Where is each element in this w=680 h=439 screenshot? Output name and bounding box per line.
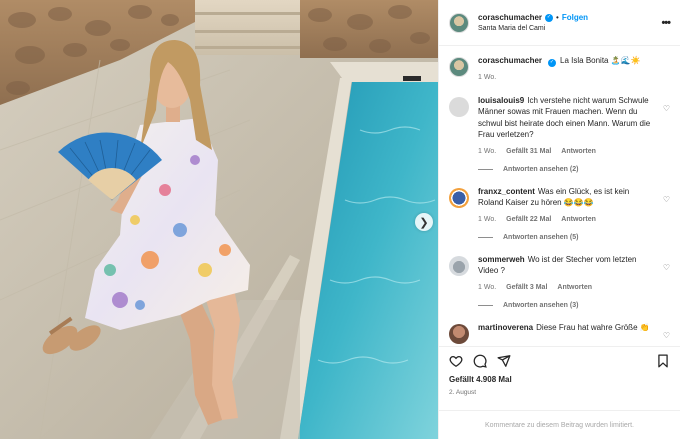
post-date: 2. August [449, 389, 477, 396]
comment: sommerweh Wo ist der Stecher vom letzten … [449, 254, 670, 309]
likes-count[interactable]: Gefällt 4.908 Mal [449, 375, 670, 384]
comment-likes[interactable]: Gefällt 3 Mal [506, 284, 547, 291]
comment-like-heart-icon[interactable]: ♡ [663, 195, 670, 204]
comment-body: franxz_content Was ein Glück, es ist kein… [478, 186, 670, 241]
comment-text-line: sommerweh Wo ist der Stecher vom letzten … [478, 254, 656, 277]
heart-icon[interactable] [449, 354, 463, 368]
author-username[interactable]: coraschumacher [478, 13, 542, 22]
comment-body: louisalouis9 Ich verstehe nicht warum Sch… [478, 95, 670, 173]
next-image-button[interactable]: ❯ [415, 213, 433, 231]
post-header: coraschumacher ✓ • Folgen Santa Maria de… [439, 0, 680, 46]
post-image [0, 0, 438, 439]
follow-button[interactable]: Folgen [562, 13, 588, 22]
caption: coraschumacher ✓ La Isla Bonita 🏝️🌊☀️ 1 Wo… [449, 55, 670, 81]
comment-text: Diese Frau hat wahre Größe 👏 [536, 322, 650, 332]
avatar[interactable] [449, 323, 469, 344]
avatar[interactable] [449, 96, 469, 117]
comment-username[interactable]: sommerweh [478, 255, 525, 264]
comment-username[interactable]: louisalouis9 [478, 96, 524, 105]
comment-meta: 1 Wo. Gefällt 31 Mal Antworten [478, 148, 656, 155]
verified-badge-icon: ✓ [545, 13, 554, 22]
comment: franxz_content Was ein Glück, es ist kein… [449, 186, 670, 241]
post-actions: Gefällt 4.908 Mal 2. August [439, 346, 680, 396]
avatar[interactable] [449, 255, 469, 276]
comment-likes[interactable]: Gefällt 22 Mal [506, 216, 551, 223]
post-side-panel: coraschumacher ✓ • Folgen Santa Maria de… [438, 0, 680, 439]
instagram-post-view: ❯ coraschumacher ✓ • Folgen Santa Maria … [0, 0, 680, 439]
comment-icon[interactable] [473, 354, 487, 368]
reply-button[interactable]: Antworten [561, 216, 596, 223]
comment-body: martinoverena Diese Frau hat wahre Größe … [478, 322, 670, 344]
chevron-right-icon: ❯ [419, 216, 429, 229]
comment-like-heart-icon[interactable]: ♡ [663, 104, 670, 113]
comment-username[interactable]: martinoverena [478, 323, 533, 332]
comment-meta: 1 Wo. Gefällt 22 Mal Antworten [478, 216, 656, 223]
comment-text-line: martinoverena Diese Frau hat wahre Größe … [478, 322, 656, 334]
comment-time: 1 Wo. [478, 147, 497, 155]
view-replies-button[interactable]: Antworten ansehen (3) [478, 302, 656, 309]
separator-dot: • [556, 13, 559, 22]
comment-meta: 1 Wo. Gefällt 3 Mal Antworten [478, 284, 656, 291]
caption-time: 1 Wo. [478, 73, 497, 81]
bookmark-icon[interactable] [656, 354, 670, 368]
comment-like-heart-icon[interactable]: ♡ [663, 331, 670, 340]
avatar[interactable] [449, 57, 469, 77]
comment-time: 1 Wo. [478, 283, 497, 291]
view-replies-label: Antworten ansehen (2) [503, 165, 579, 173]
comment: martinoverena Diese Frau hat wahre Größe … [449, 322, 670, 344]
comment-username[interactable]: franxz_content [478, 187, 535, 196]
view-replies-button[interactable]: Antworten ansehen (2) [478, 166, 656, 173]
comments-limited-notice: Kommentare zu diesem Beitrag wurden limi… [439, 410, 680, 439]
view-replies-label: Antworten ansehen (3) [503, 301, 579, 309]
more-horizontal-icon[interactable]: ••• [661, 17, 671, 29]
caption-username[interactable]: coraschumacher [478, 56, 542, 65]
caption-text-line: coraschumacher ✓ La Isla Bonita 🏝️🌊☀️ [478, 55, 656, 67]
avatar[interactable] [449, 187, 469, 208]
avatar[interactable] [449, 12, 469, 33]
caption-text: La Isla Bonita 🏝️🌊☀️ [560, 56, 641, 65]
comment-text-line: louisalouis9 Ich verstehe nicht warum Sch… [478, 95, 656, 141]
comment: louisalouis9 Ich verstehe nicht warum Sch… [449, 95, 670, 173]
comment-like-heart-icon[interactable]: ♡ [663, 263, 670, 272]
view-replies-button[interactable]: Antworten ansehen (5) [478, 234, 656, 241]
view-replies-label: Antworten ansehen (5) [503, 233, 579, 241]
reply-button[interactable]: Antworten [557, 284, 592, 291]
reply-button[interactable]: Antworten [561, 148, 596, 155]
replies-divider [478, 168, 493, 170]
comment-text-line: franxz_content Was ein Glück, es ist kein… [478, 186, 656, 209]
post-location[interactable]: Santa Maria del Cami [478, 25, 661, 32]
comment-likes[interactable]: Gefällt 31 Mal [506, 148, 551, 155]
caption-meta: 1 Wo. [478, 74, 656, 81]
share-icon[interactable] [497, 354, 511, 368]
comment-body: sommerweh Wo ist der Stecher vom letzten … [478, 254, 670, 309]
replies-divider [478, 236, 493, 238]
caption-body: coraschumacher ✓ La Isla Bonita 🏝️🌊☀️ 1 Wo… [478, 55, 670, 81]
post-photo[interactable]: ❯ [0, 0, 438, 439]
comment-time: 1 Wo. [478, 215, 497, 223]
verified-badge-icon: ✓ [548, 58, 557, 67]
replies-divider [478, 304, 493, 306]
action-icons [449, 347, 670, 375]
header-text: coraschumacher ✓ • Folgen Santa Maria de… [478, 13, 661, 32]
comments-list[interactable]: coraschumacher ✓ La Isla Bonita 🏝️🌊☀️ 1 Wo… [439, 47, 680, 345]
header-line: coraschumacher ✓ • Folgen [478, 13, 661, 22]
